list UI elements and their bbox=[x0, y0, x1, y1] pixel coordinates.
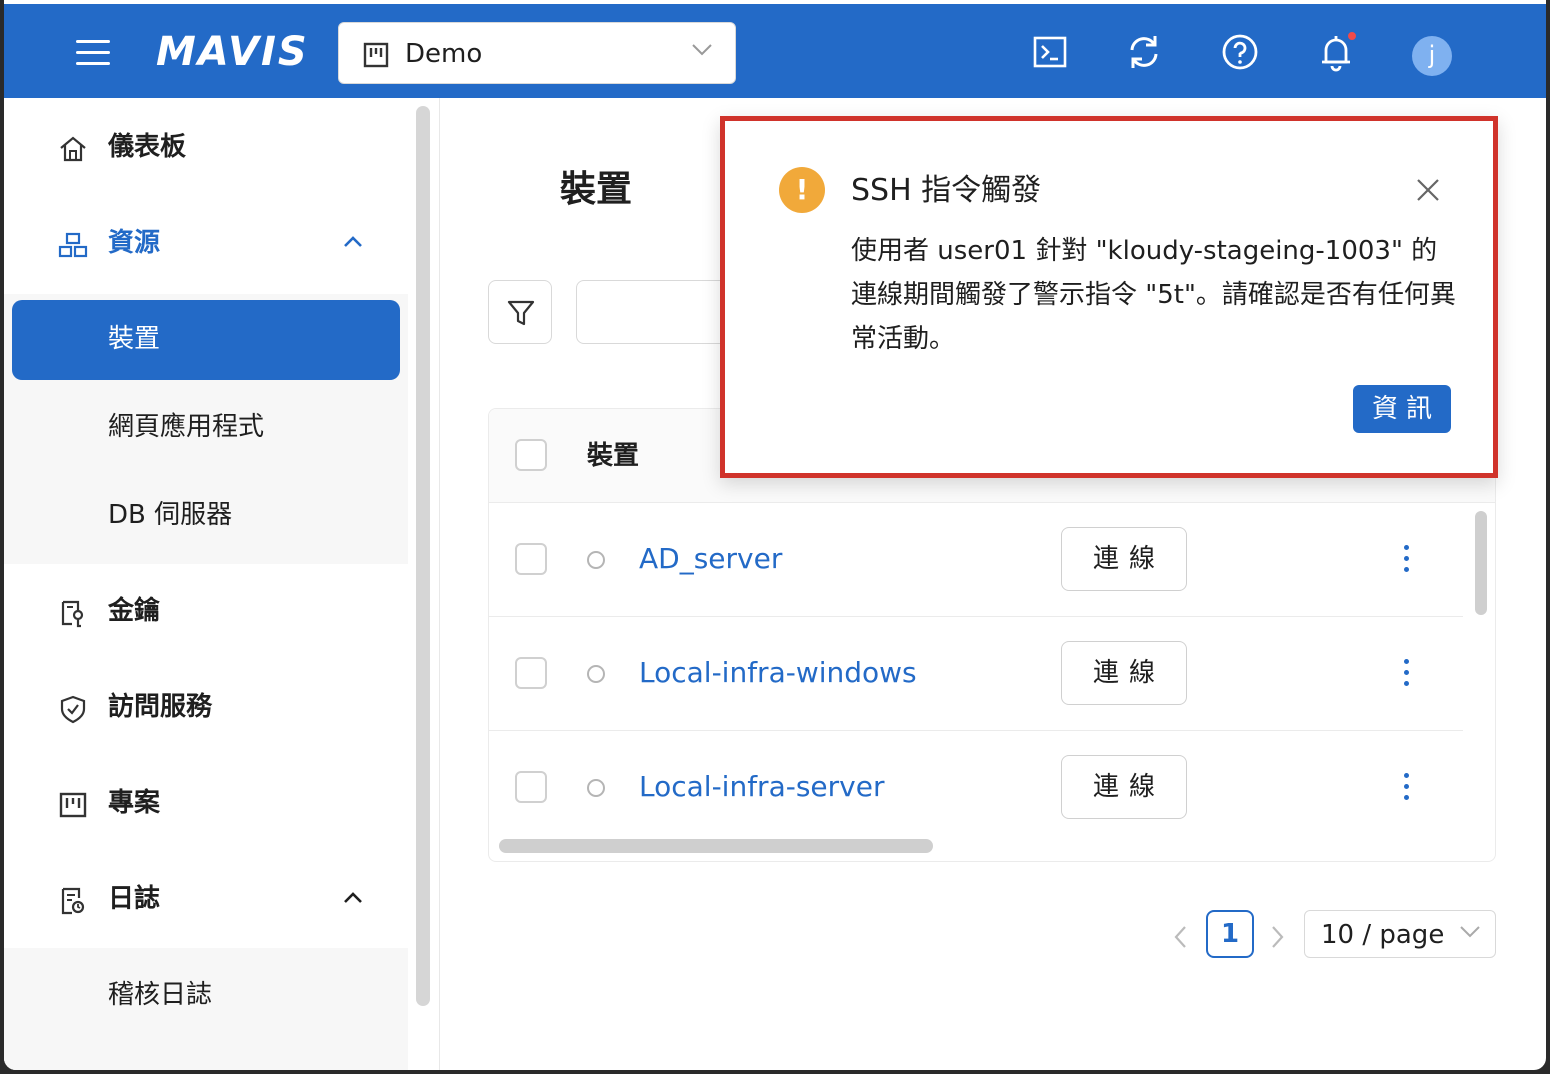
table-row: Local-infra-server 連線 bbox=[489, 731, 1463, 845]
page-size-value: 10 / page bbox=[1321, 920, 1445, 950]
key-icon bbox=[61, 600, 84, 628]
sidebar-item-label: 網頁應用程式 bbox=[108, 412, 265, 442]
info-button[interactable]: 資訊 bbox=[1353, 385, 1451, 433]
avatar[interactable]: j bbox=[1412, 36, 1452, 76]
sidebar-subitem-devices[interactable]: 裝置 bbox=[12, 300, 400, 380]
sidebar-item-projects[interactable]: 專案 bbox=[4, 764, 408, 844]
log-icon bbox=[61, 887, 85, 915]
table-vertical-scrollbar[interactable] bbox=[1475, 511, 1487, 615]
shield-icon bbox=[60, 695, 86, 724]
page-title: 裝置 bbox=[560, 169, 633, 210]
sidebar-item-resources[interactable]: 資源 bbox=[4, 204, 408, 284]
sidebar-subitem-db-servers[interactable]: DB 伺服器 bbox=[4, 476, 408, 556]
sidebar-item-label: 日誌 bbox=[108, 884, 161, 914]
sidebar-item-label: 裝置 bbox=[108, 324, 161, 354]
sidebar-item-access-services[interactable]: 訪問服務 bbox=[4, 668, 408, 748]
chevron-up-icon bbox=[344, 892, 362, 903]
sidebar-scrollbar[interactable] bbox=[416, 106, 430, 1006]
help-icon[interactable] bbox=[1220, 32, 1260, 72]
refresh-icon[interactable] bbox=[1124, 32, 1164, 72]
chevron-down-icon bbox=[1460, 926, 1480, 938]
status-indicator bbox=[587, 779, 605, 797]
sidebar-item-label: 資源 bbox=[108, 228, 161, 258]
project-icon bbox=[363, 42, 389, 68]
sidebar-item-label: 金鑰 bbox=[108, 596, 161, 626]
more-options-icon[interactable] bbox=[1393, 767, 1421, 807]
terminal-icon[interactable] bbox=[1030, 32, 1070, 72]
connect-button[interactable]: 連線 bbox=[1061, 527, 1187, 591]
row-checkbox[interactable] bbox=[515, 771, 547, 803]
sidebar-item-label: 稽核日誌 bbox=[108, 980, 213, 1010]
app-window: MAVIS Demo j 儀表板 資源 裝置 網頁應用程式 DB 伺服器 金鑰 … bbox=[4, 0, 1546, 1070]
page-size-select[interactable]: 10 / page bbox=[1304, 910, 1496, 958]
menu-icon[interactable] bbox=[76, 40, 110, 66]
chevron-down-icon bbox=[692, 44, 712, 56]
device-link[interactable]: AD_server bbox=[639, 541, 782, 577]
sidebar-subitem-audit-logs[interactable]: 稽核日誌 bbox=[4, 956, 408, 1036]
sidebar-item-keys[interactable]: 金鑰 bbox=[4, 572, 408, 652]
sidebar: 儀表板 資源 裝置 網頁應用程式 DB 伺服器 金鑰 訪問服務 專案 日誌 稽核… bbox=[4, 98, 440, 1070]
device-link[interactable]: Local-infra-server bbox=[639, 769, 884, 805]
table-row: AD_server 連線 bbox=[489, 503, 1463, 617]
close-icon[interactable] bbox=[1413, 175, 1443, 205]
project-name: Demo bbox=[405, 39, 483, 69]
column-header-device: 裝置 bbox=[587, 441, 640, 471]
chevron-up-icon bbox=[344, 236, 362, 247]
logo: MAVIS bbox=[156, 29, 309, 75]
status-indicator bbox=[587, 551, 605, 569]
notification-message: 使用者 user01 針對 "kloudy-stageing-1003" 的連線… bbox=[851, 236, 1456, 354]
notification-popup: ! SSH 指令觸發 使用者 user01 針對 "kloudy-stagein… bbox=[720, 116, 1498, 478]
filter-button[interactable] bbox=[488, 280, 552, 344]
sidebar-item-label: DB 伺服器 bbox=[108, 500, 233, 530]
device-link[interactable]: Local-infra-windows bbox=[639, 655, 917, 691]
sidebar-item-label: 儀表板 bbox=[108, 132, 187, 162]
page-number-current[interactable]: 1 bbox=[1206, 910, 1254, 958]
chevron-right-icon[interactable] bbox=[1262, 922, 1292, 952]
select-all-checkbox[interactable] bbox=[515, 439, 547, 471]
warning-icon: ! bbox=[779, 167, 825, 213]
resource-icon bbox=[58, 232, 88, 258]
project-select[interactable]: Demo bbox=[338, 22, 736, 84]
filter-icon bbox=[507, 300, 535, 326]
sidebar-item-logs[interactable]: 日誌 bbox=[4, 860, 408, 940]
sidebar-item-label: 訪問服務 bbox=[108, 692, 213, 722]
table-horizontal-scrollbar[interactable] bbox=[499, 839, 933, 853]
connect-button[interactable]: 連線 bbox=[1061, 755, 1187, 819]
chevron-left-icon[interactable] bbox=[1166, 922, 1196, 952]
status-indicator bbox=[587, 665, 605, 683]
top-header: MAVIS Demo j bbox=[4, 0, 1546, 98]
row-checkbox[interactable] bbox=[515, 543, 547, 575]
notification-badge bbox=[1346, 30, 1358, 42]
more-options-icon[interactable] bbox=[1393, 653, 1421, 693]
more-options-icon[interactable] bbox=[1393, 539, 1421, 579]
sidebar-item-label: 專案 bbox=[108, 788, 161, 818]
sidebar-item-dashboard[interactable]: 儀表板 bbox=[4, 108, 408, 188]
row-checkbox[interactable] bbox=[515, 657, 547, 689]
connect-button[interactable]: 連線 bbox=[1061, 641, 1187, 705]
sidebar-subitem-web-apps[interactable]: 網頁應用程式 bbox=[4, 388, 408, 468]
home-icon bbox=[60, 136, 86, 162]
project-icon bbox=[59, 792, 87, 818]
table-row: Local-infra-windows 連線 bbox=[489, 617, 1463, 731]
notification-title: SSH 指令觸發 bbox=[851, 173, 1042, 208]
